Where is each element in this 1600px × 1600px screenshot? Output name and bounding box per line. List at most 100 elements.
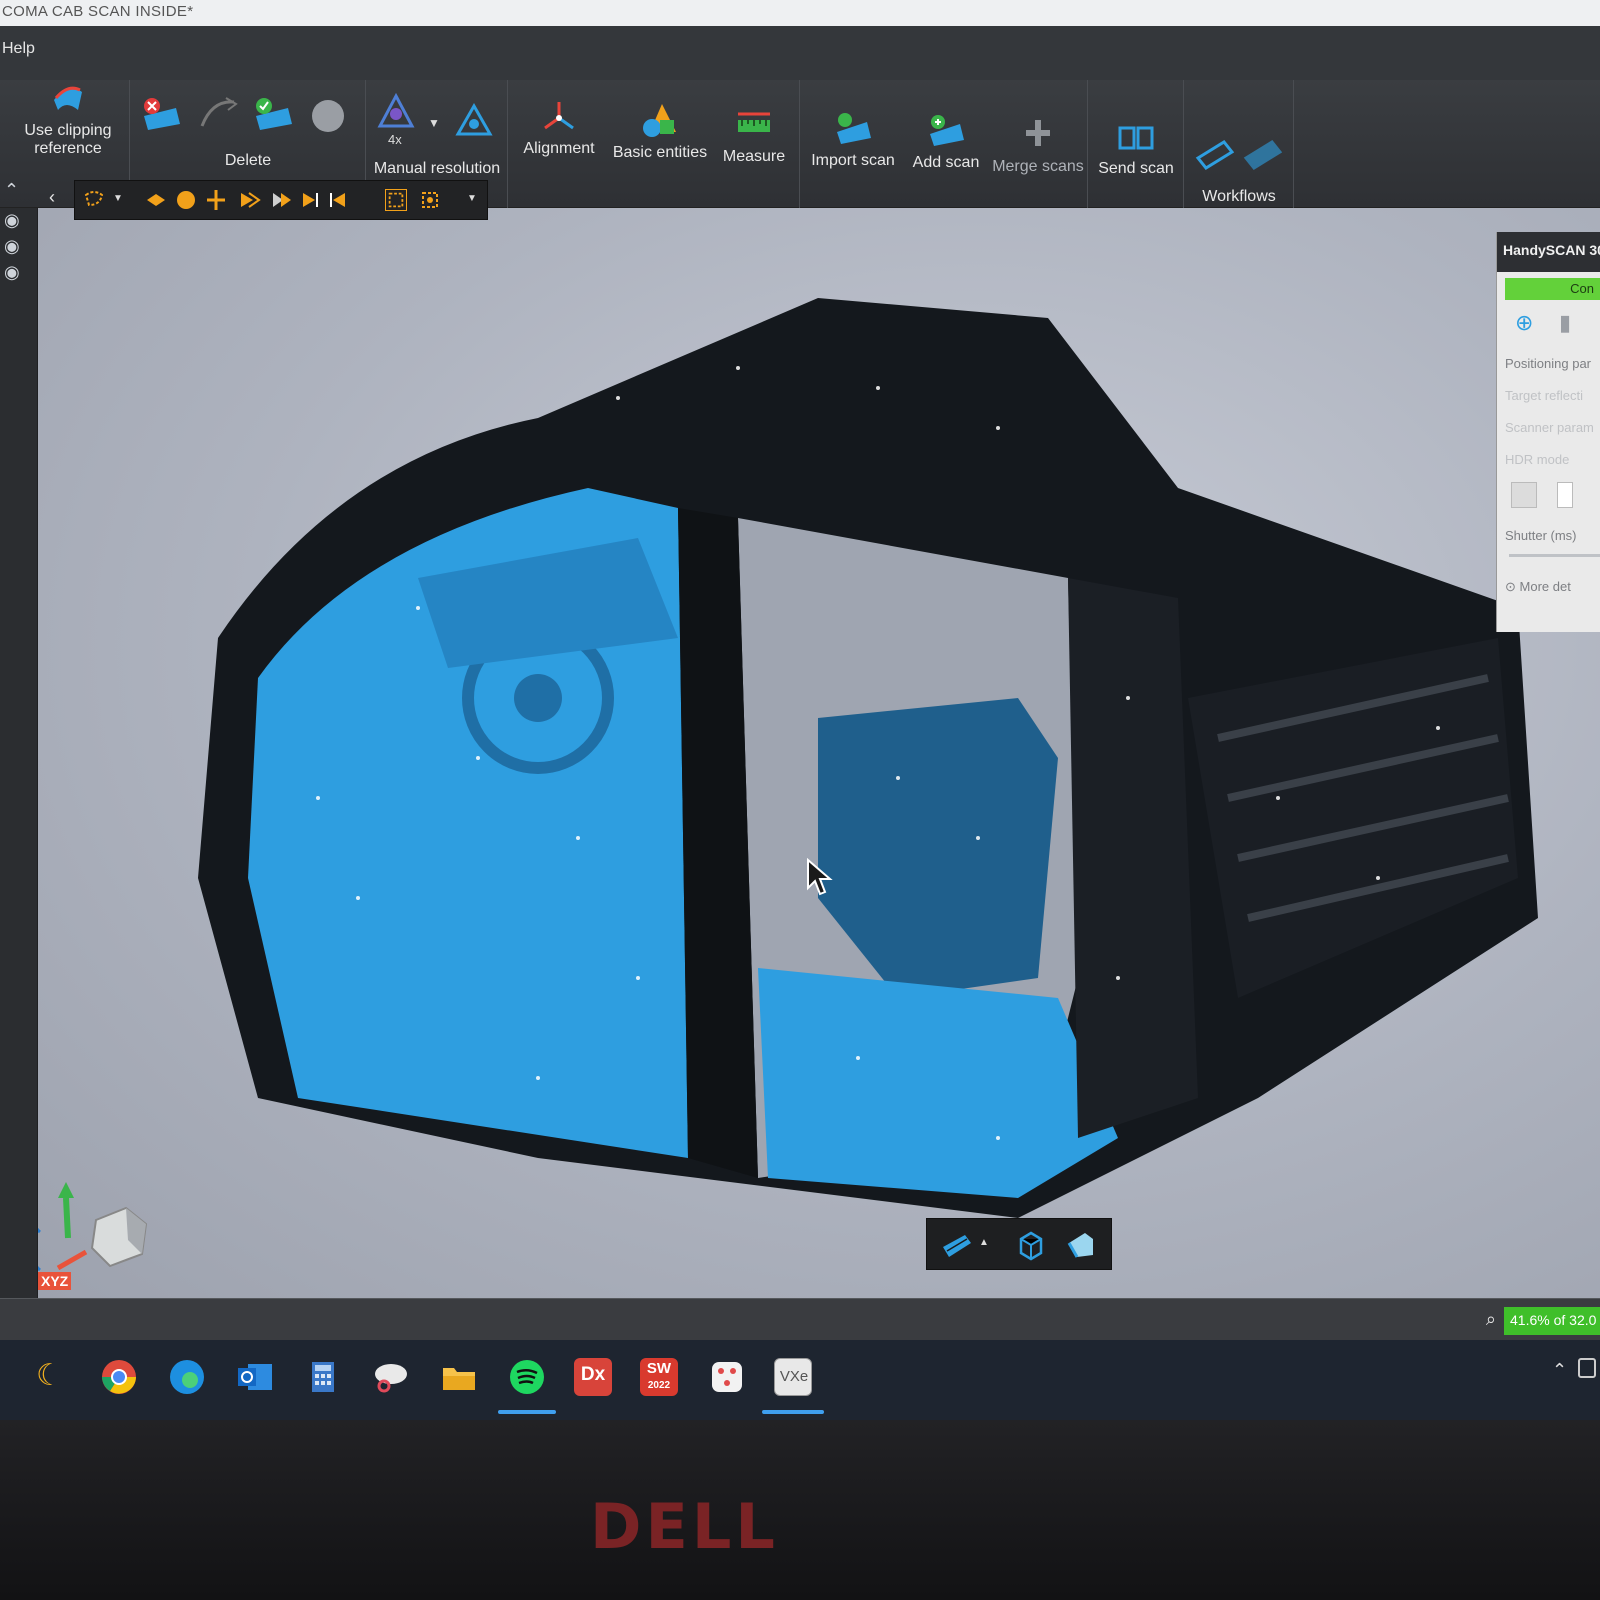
connect-button[interactable]: Con <box>1505 278 1600 300</box>
deselect-icon[interactable] <box>419 189 441 211</box>
import-scan-label: Import scan <box>811 152 895 169</box>
hdr-mode-label: HDR mode <box>1505 452 1570 467</box>
shutter-label: Shutter (ms) <box>1505 528 1577 543</box>
snipping-tool-icon[interactable] <box>372 1358 410 1396</box>
chevron-up-icon[interactable]: ⌃ <box>1552 1360 1567 1381</box>
navigation-cube[interactable] <box>38 1128 188 1278</box>
scanner-icons-row: ⊕ ▮ <box>1497 300 1600 346</box>
sphere-select-icon[interactable] <box>175 189 197 211</box>
more-details-label: More det <box>1519 579 1571 594</box>
alignment-button[interactable]: Alignment <box>516 98 602 158</box>
collapse-up-icon[interactable]: ⌃ <box>4 180 19 201</box>
selection-toolbar: ‹ ▼ ▼ <box>49 180 488 220</box>
zoom-icon[interactable]: ⌕ <box>1486 1309 1496 1330</box>
select-through-icon[interactable] <box>269 189 291 211</box>
visibility-eye-icon[interactable]: ◉ <box>4 262 20 283</box>
merge-scans-label: Merge scans <box>992 158 1084 175</box>
solidworks-year-label: 2022 <box>647 1380 671 1391</box>
delete-group-label: Delete <box>224 152 272 169</box>
bounding-box-icon[interactable] <box>1013 1229 1047 1261</box>
merge-scans-button[interactable]: Merge scans <box>992 116 1084 176</box>
plane-select-icon[interactable] <box>145 189 167 211</box>
window-title: COMA CAB SCAN INSIDE* <box>0 0 1600 26</box>
monitor-brand-logo: DELL <box>590 1490 779 1563</box>
dice-app-icon[interactable] <box>708 1358 746 1396</box>
delete-keep-icon[interactable] <box>252 94 296 134</box>
visibility-eye-icon[interactable]: ◉ <box>4 210 20 231</box>
target-icon[interactable]: ⊕ <box>1515 310 1533 336</box>
measure-button[interactable]: Measure <box>714 106 794 166</box>
edge-icon[interactable] <box>168 1358 206 1396</box>
solidworks-icon[interactable]: SW 2022 <box>640 1358 678 1396</box>
positioning-parameters-label: Positioning par <box>1505 356 1591 371</box>
scanner-device-icon[interactable]: ▮ <box>1559 310 1571 336</box>
hdr-on-icon[interactable] <box>1557 482 1573 508</box>
basic-entities-icon <box>643 104 676 137</box>
taskbar: ☾ Dx SW 2022 VXe ⌃ <box>0 1340 1600 1420</box>
invert-select-icon[interactable] <box>327 189 349 211</box>
spotify-active-indicator <box>498 1410 556 1414</box>
mouse-cursor-icon <box>807 858 833 896</box>
more-details-button[interactable]: ⊙ More det <box>1505 569 1600 601</box>
add-scan-icon <box>930 115 964 146</box>
file-explorer-icon[interactable] <box>440 1358 478 1396</box>
mesh-render-icon[interactable] <box>939 1229 973 1261</box>
calculator-icon[interactable] <box>304 1358 342 1396</box>
lasso-select-icon[interactable] <box>83 189 105 211</box>
zoom-level-readout: 41.6% of 32.0 <box>1504 1307 1600 1335</box>
group-tools: Alignment Basic entities Measure <box>508 80 800 208</box>
vxelements-active-indicator <box>762 1410 824 1414</box>
select-visible-icon[interactable] <box>299 189 321 211</box>
select-behind-icon[interactable] <box>239 189 261 211</box>
basic-entities-label: Basic entities <box>612 144 708 161</box>
scanner-panel: HandySCAN 30 Con ⊕ ▮ Positioning par Tar… <box>1496 232 1600 632</box>
shutter-slider[interactable] <box>1509 554 1600 557</box>
chevron-up-icon[interactable]: ▲ <box>979 1237 989 1248</box>
merge-scans-icon <box>1026 120 1050 146</box>
solidworks-label: SW <box>646 1360 672 1377</box>
alignment-icon <box>544 102 574 130</box>
chevron-down-icon[interactable]: ▼ <box>113 193 123 204</box>
axis-label: XYZ <box>38 1272 72 1290</box>
outlook-icon[interactable] <box>236 1358 274 1396</box>
menu-help[interactable]: Help <box>2 40 35 57</box>
delete-sphere-icon[interactable] <box>308 96 348 136</box>
clipping-icon <box>54 86 82 110</box>
monitor-screen: COMA CAB SCAN INSIDE* Help Use clipping … <box>0 0 1600 1420</box>
surface-render-icon[interactable] <box>1063 1227 1097 1261</box>
group-workflows: Workflows <box>1184 80 1294 208</box>
status-bar: ⌕ 41.6% of 32.0 <box>0 1298 1600 1340</box>
use-clipping-reference-button[interactable]: Use clipping reference <box>14 80 122 158</box>
chevron-down-icon: ⊙ <box>1505 579 1520 594</box>
use-clipping-reference-label: Use clipping reference <box>24 122 112 157</box>
workflow-scan-icon[interactable] <box>1194 136 1234 172</box>
cross-section-select-icon[interactable] <box>205 189 227 211</box>
select-all-icon[interactable] <box>385 189 407 211</box>
delete-isolated-icon[interactable] <box>196 94 240 134</box>
vxelements-icon[interactable]: VXe <box>774 1358 812 1396</box>
night-light-icon[interactable]: ☾ <box>36 1358 63 1393</box>
send-scan-button[interactable]: Send scan <box>1092 124 1180 178</box>
scanner-parameters-label: Scanner param <box>1505 420 1594 435</box>
collapse-left-icon[interactable]: ‹ <box>49 187 55 208</box>
spotify-icon[interactable] <box>508 1358 546 1396</box>
resolution-target-icon[interactable] <box>454 102 494 138</box>
group-scans: Import scan Add scan Merge scans <box>800 80 1088 208</box>
scan-model-truck-cab[interactable] <box>118 278 1578 1238</box>
chevron-down-icon[interactable]: ▼ <box>467 193 477 204</box>
hdr-off-icon[interactable] <box>1511 482 1537 508</box>
chrome-icon[interactable] <box>100 1358 138 1396</box>
add-scan-button[interactable]: Add scan <box>904 112 988 172</box>
system-tray-icon[interactable] <box>1578 1358 1596 1378</box>
workflow-inspect-icon[interactable] <box>1242 136 1282 172</box>
alignment-label: Alignment <box>523 140 595 157</box>
dx-app-icon[interactable]: Dx <box>574 1358 612 1396</box>
delete-selection-icon[interactable] <box>140 94 184 134</box>
visibility-eye-icon[interactable]: ◉ <box>4 236 20 257</box>
basic-entities-button[interactable]: Basic entities <box>608 102 712 162</box>
3d-viewport[interactable]: ‹ ▼ ▼ HandySCAN 30 Con ⊕ ▮ Positioning p… <box>38 180 1600 1298</box>
manual-resolution-icon[interactable] <box>376 92 416 132</box>
import-scan-button[interactable]: Import scan <box>808 110 898 170</box>
send-scan-icon <box>1118 126 1154 150</box>
chevron-down-icon[interactable]: ▼ <box>428 116 440 130</box>
